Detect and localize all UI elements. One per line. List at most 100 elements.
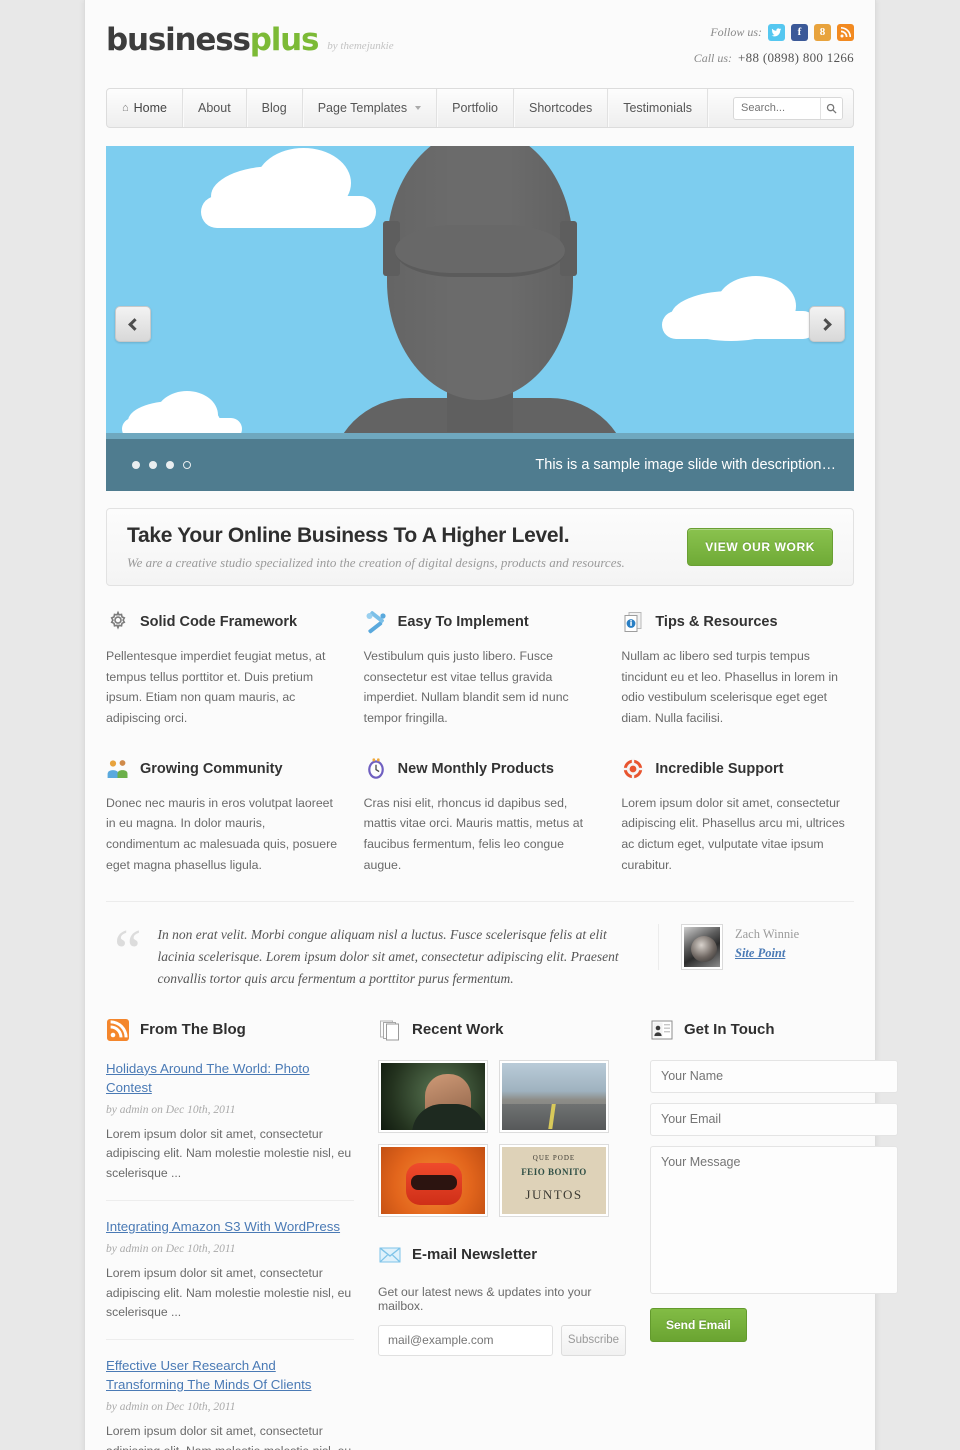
slider-caption-text: This is a sample image slide with descri… [535, 457, 836, 473]
feature-title: Tips & Resources [655, 614, 778, 630]
feature-easy-to-implement: Easy To Implement Vestibulum quis justo … [364, 610, 597, 729]
feature-header: Tips & Resources [621, 610, 854, 634]
blog-post-link[interactable]: Integrating Amazon S3 With WordPress [106, 1218, 354, 1237]
newsletter-section-title: E-mail Newsletter [412, 1246, 538, 1264]
view-our-work-button[interactable]: VIEW OUR WORK [687, 528, 833, 566]
feature-title: Growing Community [140, 760, 283, 777]
author-source-link[interactable]: Site Point [735, 946, 785, 961]
lifering-icon [623, 758, 644, 780]
work-thumbnail-3[interactable] [378, 1143, 488, 1217]
work-section-title: Recent Work [412, 1021, 504, 1039]
newsletter-form: Subscribe [378, 1324, 626, 1356]
poster-line-1: QUE PODE [532, 1153, 576, 1162]
slider-dot-1[interactable] [132, 461, 140, 469]
work-image-3d-character [381, 1062, 485, 1130]
feature-title: Incredible Support [655, 760, 784, 777]
contact-message-textarea[interactable] [650, 1145, 898, 1294]
search-button[interactable] [820, 97, 842, 119]
feature-body: Pellentesque imperdiet feugiat metus, at… [106, 649, 326, 725]
recent-work-column: Recent Work QUE PODE FEIO BONITO JUNTOS [378, 1018, 626, 1450]
feature-header: New Monthly Products [364, 757, 597, 781]
chevron-left-icon [128, 317, 141, 331]
contact-section-header: Get In Touch [650, 1018, 898, 1042]
nav-item-about[interactable]: About [183, 89, 247, 127]
blog-post-link[interactable]: Holidays Around The World: Photo Contest [106, 1060, 354, 1098]
newsletter-email-input[interactable] [378, 1324, 553, 1356]
lower-columns: From The Blog Holidays Around The World:… [106, 1018, 898, 1450]
follow-row: Follow us: f 8 [694, 24, 854, 41]
search-input[interactable] [734, 97, 820, 119]
google-plus-icon[interactable]: 8 [814, 24, 831, 41]
rss-icon[interactable] [837, 24, 854, 41]
slider-next-button[interactable] [809, 306, 845, 342]
newsletter-section-header: E-mail Newsletter [378, 1243, 626, 1267]
feature-title: New Monthly Products [397, 760, 554, 777]
newsletter-description: Get our latest news & updates into your … [378, 1284, 592, 1313]
blog-post-link[interactable]: Effective User Research And Transforming… [106, 1357, 354, 1395]
gear-icon [110, 610, 126, 630]
work-image-typography-poster: QUE PODE FEIO BONITO JUNTOS [502, 1146, 606, 1214]
feature-body: Donec nec mauris in eros volutpat laoree… [106, 795, 338, 872]
logo-text-primary: business [106, 22, 251, 58]
envelope-icon [379, 1247, 401, 1263]
slider-dot-2[interactable] [149, 461, 157, 469]
twitter-icon[interactable] [768, 24, 785, 41]
contact-email-input[interactable] [650, 1102, 898, 1136]
work-thumbnail-1[interactable] [378, 1059, 488, 1133]
contact-name-input[interactable] [650, 1059, 898, 1093]
feature-body: Vestibulum quis justo libero. Fusce cons… [363, 649, 569, 725]
follow-label: Follow us: [710, 25, 762, 39]
work-thumbnail-grid: QUE PODE FEIO BONITO JUNTOS [378, 1059, 626, 1217]
avatar [681, 924, 723, 971]
site-container: businessplus by themejunkie Follow us: f… [84, 0, 898, 1450]
author-info: Zach Winnie Site Point [735, 924, 799, 962]
work-thumbnail-4[interactable]: QUE PODE FEIO BONITO JUNTOS [499, 1143, 609, 1217]
site-logo[interactable]: businessplus by themejunkie [106, 25, 394, 56]
call-label: Call us: [693, 50, 733, 65]
search-icon [826, 103, 837, 114]
avatar-image [684, 927, 720, 968]
nav-item-page-templates[interactable]: Page Templates [303, 89, 438, 127]
send-email-button[interactable]: Send Email [650, 1307, 747, 1342]
nav-item-home[interactable]: ⌂ Home [107, 89, 183, 127]
main-navigation: ⌂ Home About Blog Page Templates Portfol… [106, 88, 854, 128]
blog-post-meta: by admin on Dec 10th, 2011 [106, 1242, 236, 1255]
facebook-icon[interactable]: f [791, 24, 808, 41]
nav-item-portfolio[interactable]: Portfolio [437, 89, 514, 127]
feature-title: Solid Code Framework [140, 614, 298, 630]
feature-body: Cras nisi elit, rhoncus id dapibus sed, … [363, 795, 584, 872]
feature-header: Solid Code Framework [106, 610, 339, 634]
feature-new-monthly-products: New Monthly Products Cras nisi elit, rho… [364, 757, 597, 876]
home-icon: ⌂ [122, 102, 129, 114]
quote-mark-icon: “ [114, 918, 142, 987]
hero-slider[interactable]: This is a sample image slide with descri… [106, 146, 854, 491]
people-icon [107, 759, 128, 778]
contact-section-title: Get In Touch [684, 1021, 775, 1039]
slider-dot-3[interactable] [166, 461, 174, 469]
contact-card-icon [651, 1020, 673, 1040]
logo-byline: by themejunkie [327, 40, 394, 52]
feature-solid-code-framework: Solid Code Framework Pellentesque imperd… [106, 610, 339, 729]
blog-section-header: From The Blog [106, 1018, 354, 1042]
nav-item-blog[interactable]: Blog [247, 89, 303, 127]
chevron-right-icon [819, 317, 832, 331]
work-thumbnail-2[interactable] [499, 1059, 609, 1133]
cta-text-group: Take Your Online Business To A Higher Le… [127, 524, 687, 571]
search-box [733, 96, 843, 120]
subscribe-button[interactable]: Subscribe [561, 1324, 626, 1356]
slider-prev-button[interactable] [115, 306, 151, 342]
testimonial-author-block: Zach Winnie Site Point [658, 924, 854, 971]
blog-post-meta: by admin on Dec 10th, 2011 [106, 1103, 236, 1116]
nav-item-shortcodes[interactable]: Shortcodes [514, 89, 609, 127]
nav-label-shortcodes: Shortcodes [528, 101, 593, 115]
work-section-header: Recent Work [378, 1018, 626, 1042]
blog-post-excerpt: Lorem ipsum dolor sit amet, consectetur … [106, 1126, 352, 1181]
work-image-city-street [502, 1062, 606, 1130]
call-row: Call us: +88 (0898) 800 1266 [694, 50, 854, 66]
nav-label-about: About [198, 101, 231, 115]
slider-caption-bar: This is a sample image slide with descri… [106, 439, 854, 491]
slider-dot-4[interactable] [183, 461, 191, 469]
nav-label-blog: Blog [261, 101, 287, 115]
nav-item-testimonials[interactable]: Testimonials [608, 89, 708, 127]
header-contact-block: Follow us: f 8 Call us: +88 (0898) 800 1… [694, 24, 854, 66]
